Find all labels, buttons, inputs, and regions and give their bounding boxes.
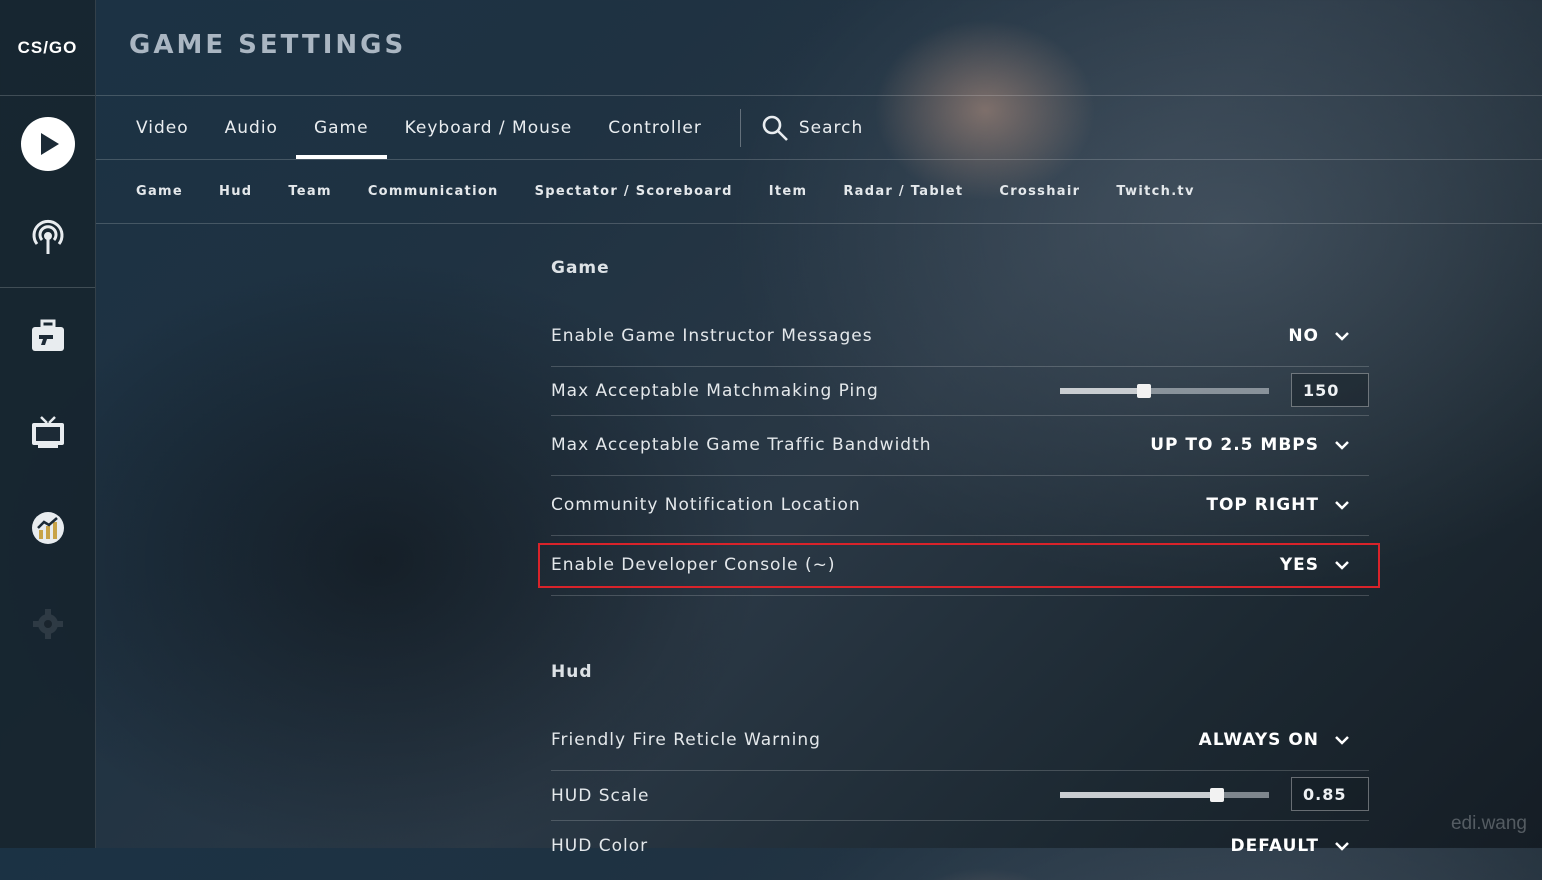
play-icon bbox=[20, 117, 75, 171]
setting-row-hud-color: HUD Color DEFAULT bbox=[551, 820, 1369, 880]
sidebar: CS/GO bbox=[0, 0, 96, 848]
tab-video[interactable]: Video bbox=[118, 96, 207, 159]
tab-audio[interactable]: Audio bbox=[207, 96, 296, 159]
broadcast-button[interactable] bbox=[0, 208, 95, 268]
play-button[interactable] bbox=[0, 114, 95, 174]
dropdown-value: DEFAULT bbox=[1230, 836, 1319, 856]
setting-label: Enable Game Instructor Messages bbox=[551, 326, 873, 346]
settings-button[interactable] bbox=[0, 594, 95, 654]
dropdown-value: UP TO 2.5 MBPS bbox=[1150, 435, 1319, 455]
watermark: edi.wang bbox=[1450, 813, 1527, 834]
setting-row-notification-location: Community Notification Location TOP RIGH… bbox=[551, 475, 1369, 536]
dropdown-value: ALWAYS ON bbox=[1198, 730, 1319, 750]
setting-label: HUD Color bbox=[551, 836, 649, 856]
subtab-radar-tablet[interactable]: Radar / Tablet bbox=[825, 184, 981, 199]
csgo-logo[interactable]: CS/GO bbox=[0, 0, 95, 96]
subtab-crosshair[interactable]: Crosshair bbox=[981, 184, 1098, 199]
matchmaking-ping-input[interactable]: 150 bbox=[1291, 373, 1369, 407]
setting-label: Community Notification Location bbox=[551, 495, 861, 515]
dropdown-value: NO bbox=[1288, 326, 1319, 346]
subtabs-divider-line bbox=[96, 223, 1542, 224]
hud-color-dropdown[interactable]: DEFAULT bbox=[1231, 836, 1369, 856]
slider-fill bbox=[1060, 388, 1144, 394]
search-button[interactable]: Search bbox=[761, 114, 863, 142]
broadcast-icon bbox=[32, 219, 63, 254]
watch-button[interactable] bbox=[0, 402, 95, 462]
friendly-fire-warning-dropdown[interactable]: ALWAYS ON bbox=[1199, 730, 1369, 750]
subtab-communication[interactable]: Communication bbox=[350, 184, 517, 199]
inventory-button[interactable] bbox=[0, 306, 95, 366]
tabs-divider bbox=[739, 108, 741, 147]
instructor-messages-dropdown[interactable]: NO bbox=[1288, 326, 1369, 346]
sub-tabs: Game Hud Team Communication Spectator / … bbox=[118, 160, 1213, 223]
subtab-game[interactable]: Game bbox=[118, 184, 201, 199]
main-tabs: Video Audio Game Keyboard / Mouse Contro… bbox=[118, 96, 863, 159]
section-title-hud: Hud bbox=[551, 662, 593, 682]
chevron-down-icon bbox=[1335, 501, 1349, 510]
settings-icon bbox=[32, 609, 63, 639]
section-title-game: Game bbox=[551, 258, 610, 278]
chevron-down-icon bbox=[1335, 561, 1349, 570]
setting-row-instructor-messages: Enable Game Instructor Messages NO bbox=[551, 310, 1369, 367]
setting-label: HUD Scale bbox=[551, 786, 650, 806]
setting-row-matchmaking-ping: Max Acceptable Matchmaking Ping 150 bbox=[551, 366, 1369, 416]
watch-icon bbox=[31, 416, 64, 448]
developer-console-dropdown[interactable]: YES bbox=[1280, 555, 1369, 575]
stats-icon bbox=[31, 512, 64, 544]
setting-row-traffic-bandwidth: Max Acceptable Game Traffic Bandwidth UP… bbox=[551, 415, 1369, 476]
tab-controller[interactable]: Controller bbox=[590, 96, 720, 159]
setting-label: Friendly Fire Reticle Warning bbox=[551, 730, 821, 750]
matchmaking-ping-slider[interactable] bbox=[1060, 384, 1269, 398]
chevron-down-icon bbox=[1335, 332, 1349, 341]
slider-handle[interactable] bbox=[1209, 788, 1224, 802]
subtab-item[interactable]: Item bbox=[751, 184, 826, 199]
dropdown-value: YES bbox=[1279, 555, 1319, 575]
setting-row-developer-console: Enable Developer Console (~) YES bbox=[551, 535, 1369, 596]
hud-scale-slider[interactable] bbox=[1060, 788, 1269, 802]
hud-scale-input[interactable]: 0.85 bbox=[1291, 777, 1369, 811]
notification-location-dropdown[interactable]: TOP RIGHT bbox=[1206, 495, 1369, 515]
traffic-bandwidth-dropdown[interactable]: UP TO 2.5 MBPS bbox=[1150, 435, 1369, 455]
subtab-spectator-scoreboard[interactable]: Spectator / Scoreboard bbox=[517, 184, 751, 199]
logo-text: CS/GO bbox=[17, 37, 78, 57]
slider-handle[interactable] bbox=[1136, 384, 1151, 398]
setting-label: Max Acceptable Matchmaking Ping bbox=[551, 381, 879, 401]
stats-button[interactable] bbox=[0, 498, 95, 558]
search-icon bbox=[762, 115, 788, 141]
setting-row-friendly-fire-warning: Friendly Fire Reticle Warning ALWAYS ON bbox=[551, 710, 1369, 771]
search-label: Search bbox=[798, 117, 864, 138]
chevron-down-icon bbox=[1335, 842, 1349, 851]
subtab-team[interactable]: Team bbox=[270, 184, 349, 199]
chevron-down-icon bbox=[1335, 441, 1349, 450]
dropdown-value: TOP RIGHT bbox=[1206, 495, 1319, 515]
tab-game[interactable]: Game bbox=[295, 96, 387, 159]
setting-row-hud-scale: HUD Scale 0.85 bbox=[551, 770, 1369, 821]
setting-label: Max Acceptable Game Traffic Bandwidth bbox=[551, 435, 932, 455]
subtab-hud[interactable]: Hud bbox=[201, 184, 270, 199]
chevron-down-icon bbox=[1335, 736, 1349, 745]
inventory-icon bbox=[31, 319, 64, 351]
tab-keyboard-mouse[interactable]: Keyboard / Mouse bbox=[387, 96, 591, 159]
setting-label: Enable Developer Console (~) bbox=[551, 555, 836, 575]
sidebar-divider bbox=[0, 287, 95, 288]
page-title: GAME SETTINGS bbox=[129, 30, 407, 60]
slider-fill bbox=[1060, 792, 1217, 798]
subtab-twitch[interactable]: Twitch.tv bbox=[1098, 184, 1212, 199]
